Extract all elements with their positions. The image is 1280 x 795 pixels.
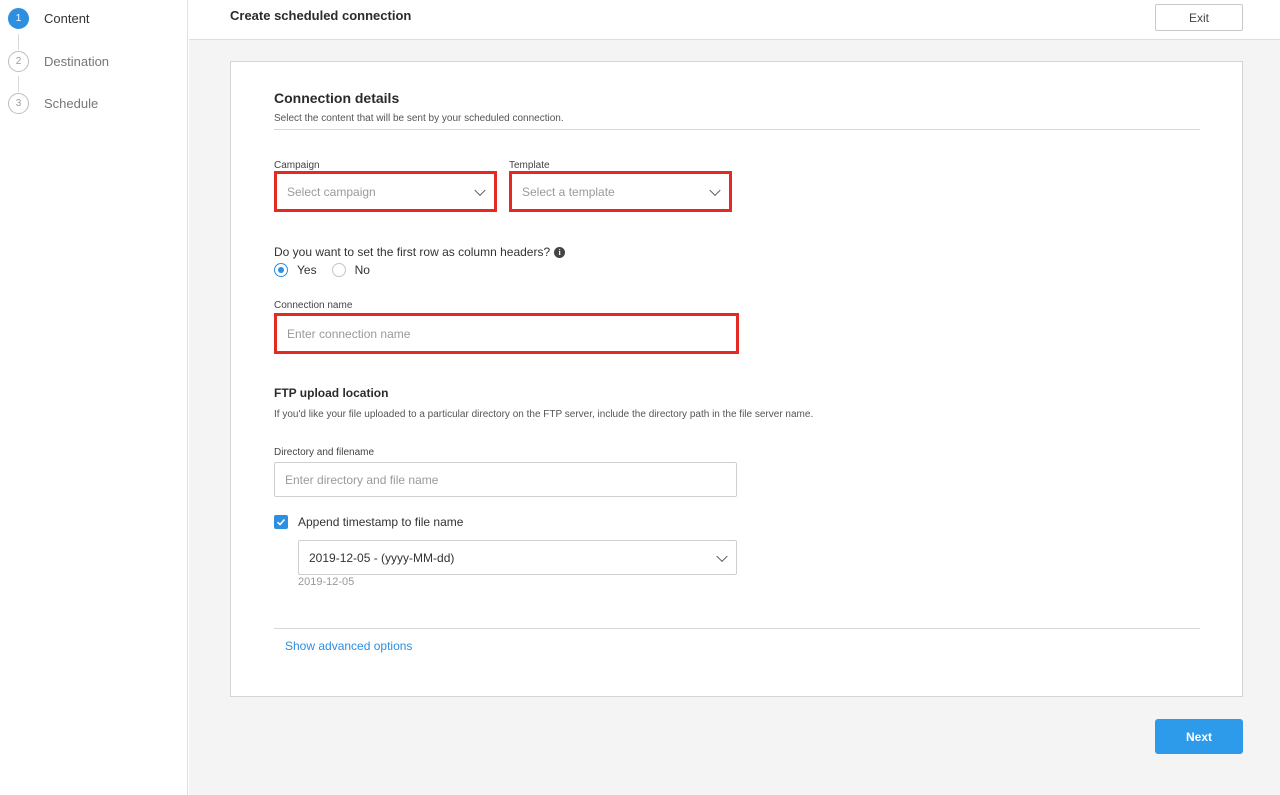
directory-label: Directory and filename: [274, 447, 375, 458]
radio-no-label: No: [354, 263, 370, 277]
timestamp-format-select[interactable]: 2019-12-05 - (yyyy-MM-dd): [298, 540, 737, 575]
step-number: 2: [8, 50, 29, 72]
column-headers-question-text: Do you want to set the first row as colu…: [274, 245, 551, 259]
ftp-section-description: If you'd like your file uploaded to a pa…: [274, 409, 814, 420]
template-label: Template: [509, 160, 550, 171]
step-label: Destination: [44, 53, 110, 69]
divider: [274, 129, 1200, 130]
connection-name-input[interactable]: Enter connection name: [274, 313, 739, 354]
timestamp-format-value: 2019-12-05 - (yyyy-MM-dd): [309, 550, 455, 565]
directory-placeholder: Enter directory and file name: [285, 472, 439, 487]
campaign-select[interactable]: Select campaign: [274, 171, 497, 212]
top-bar: Create scheduled connection Exit: [189, 0, 1280, 40]
info-icon[interactable]: i: [554, 246, 566, 258]
step-label: Schedule: [44, 95, 99, 111]
wizard-sidebar: 1 Content 2 Destination 3 Schedule: [0, 0, 188, 795]
radio-yes-label: Yes: [297, 263, 317, 277]
append-timestamp-row: Append timestamp to file name: [274, 515, 463, 529]
main-area: Create scheduled connection Exit Connect…: [189, 0, 1280, 795]
show-advanced-options-link[interactable]: Show advanced options: [285, 639, 412, 653]
exit-button[interactable]: Exit: [1155, 4, 1243, 31]
divider: [274, 628, 1200, 629]
step-connector: [18, 34, 19, 50]
connection-details-title: Connection details: [274, 90, 400, 106]
chevron-down-icon: [474, 184, 486, 196]
next-button[interactable]: Next: [1155, 719, 1243, 754]
step-number: 3: [8, 92, 29, 114]
connection-details-description: Select the content that will be sent by …: [274, 113, 564, 124]
step-destination[interactable]: 2 Destination: [8, 50, 109, 72]
radio-yes[interactable]: [274, 263, 288, 277]
step-content[interactable]: 1 Content: [8, 7, 90, 29]
ftp-section-title: FTP upload location: [274, 386, 389, 400]
step-schedule[interactable]: 3 Schedule: [8, 92, 98, 114]
campaign-placeholder: Select campaign: [287, 184, 376, 199]
radio-no[interactable]: [331, 263, 346, 277]
connection-name-label: Connection name: [274, 300, 353, 311]
connection-form-card: Connection details Select the content th…: [230, 61, 1243, 697]
campaign-label: Campaign: [274, 160, 320, 171]
chevron-down-icon: [709, 184, 721, 196]
step-number: 1: [8, 7, 29, 29]
template-select[interactable]: Select a template: [509, 171, 732, 212]
directory-input[interactable]: Enter directory and file name: [274, 462, 737, 497]
step-connector: [18, 76, 19, 92]
column-headers-radio-group: Yes No: [274, 263, 370, 277]
append-timestamp-checkbox[interactable]: [274, 515, 288, 529]
page-title: Create scheduled connection: [230, 8, 412, 23]
timestamp-preview: 2019-12-05: [298, 576, 355, 588]
column-headers-question: Do you want to set the first row as colu…: [274, 245, 566, 259]
append-timestamp-label: Append timestamp to file name: [298, 515, 464, 529]
template-placeholder: Select a template: [522, 184, 615, 199]
connection-name-placeholder: Enter connection name: [287, 326, 411, 341]
step-label: Content: [44, 10, 90, 26]
chevron-down-icon: [716, 550, 728, 562]
checkmark-icon: [276, 518, 286, 526]
